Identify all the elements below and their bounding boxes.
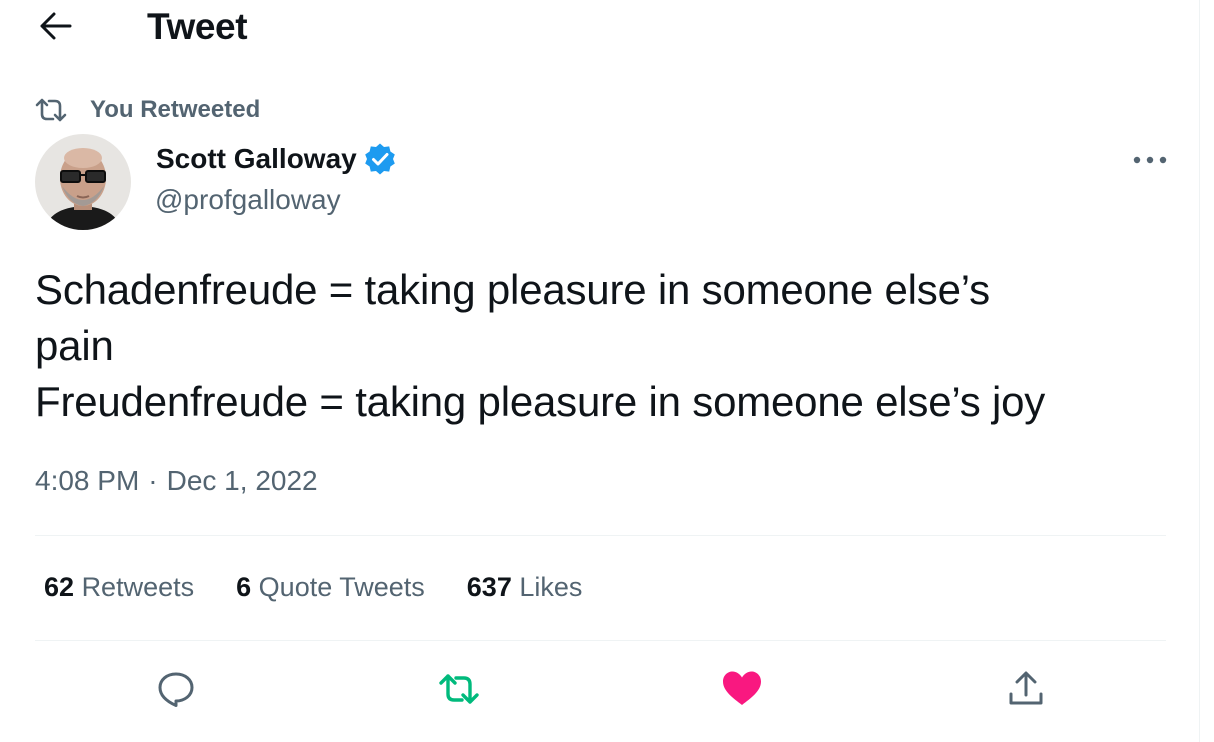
- timestamp-separator: ·: [148, 465, 158, 496]
- tweet-text-line: pain: [35, 322, 114, 369]
- back-button[interactable]: [38, 8, 74, 44]
- divider: [35, 640, 1166, 641]
- share-button[interactable]: [1001, 664, 1051, 714]
- tweet-text-line: Freudenfreude = taking pleasure in someo…: [35, 378, 1046, 425]
- arrow-left-icon: [40, 12, 72, 40]
- quote-tweets-count: 6: [236, 572, 252, 602]
- likes-label: Likes: [519, 572, 583, 602]
- tweet-time[interactable]: 4:08 PM: [35, 465, 139, 497]
- quote-tweets-stat[interactable]: 6 Quote Tweets: [236, 572, 425, 603]
- retweet-icon: [439, 674, 479, 704]
- likes-stat[interactable]: 637 Likes: [467, 572, 583, 603]
- retweet-context-label[interactable]: You Retweeted: [90, 96, 260, 124]
- reply-icon: [158, 672, 194, 707]
- divider: [35, 535, 1166, 536]
- avatar[interactable]: [35, 134, 131, 230]
- tweet-detail-page: Tweet You Retweeted Scott Galloway @prof…: [0, 0, 1214, 742]
- retweet-context: You Retweeted: [34, 94, 260, 126]
- tweet-timestamp: 4:08 PM · Dec 1, 2022: [35, 465, 318, 497]
- tweet-text-line: Schadenfreude = taking pleasure in someo…: [35, 266, 990, 313]
- author-name[interactable]: Scott Galloway: [156, 142, 397, 176]
- verified-badge-icon: [363, 142, 397, 176]
- retweets-count: 62: [44, 572, 75, 602]
- page-title: Tweet: [147, 6, 248, 47]
- author-name-label: Scott Galloway: [156, 143, 357, 174]
- tweet-stats: 62 Retweets 6 Quote Tweets 637 Likes: [44, 572, 624, 603]
- reply-button[interactable]: [151, 664, 201, 714]
- share-icon: [1009, 671, 1043, 705]
- retweet-icon: [34, 95, 68, 125]
- top-bar: Tweet: [0, 0, 1199, 56]
- tweet-date[interactable]: Dec 1, 2022: [167, 465, 318, 497]
- more-icon: [1133, 156, 1167, 164]
- column-border: [1199, 0, 1200, 742]
- author-handle[interactable]: @profgalloway: [155, 184, 341, 216]
- like-icon: [723, 671, 761, 705]
- like-button[interactable]: [717, 664, 767, 714]
- tweet-text: Schadenfreude = taking pleasure in someo…: [35, 262, 1175, 430]
- quote-tweets-label: Quote Tweets: [258, 572, 425, 602]
- likes-count: 637: [466, 572, 512, 602]
- retweets-label: Retweets: [81, 572, 195, 602]
- tweet-actions: [35, 664, 1166, 714]
- more-options-button[interactable]: [1130, 146, 1170, 174]
- retweets-stat[interactable]: 62 Retweets: [44, 572, 194, 603]
- retweet-button[interactable]: [434, 664, 484, 714]
